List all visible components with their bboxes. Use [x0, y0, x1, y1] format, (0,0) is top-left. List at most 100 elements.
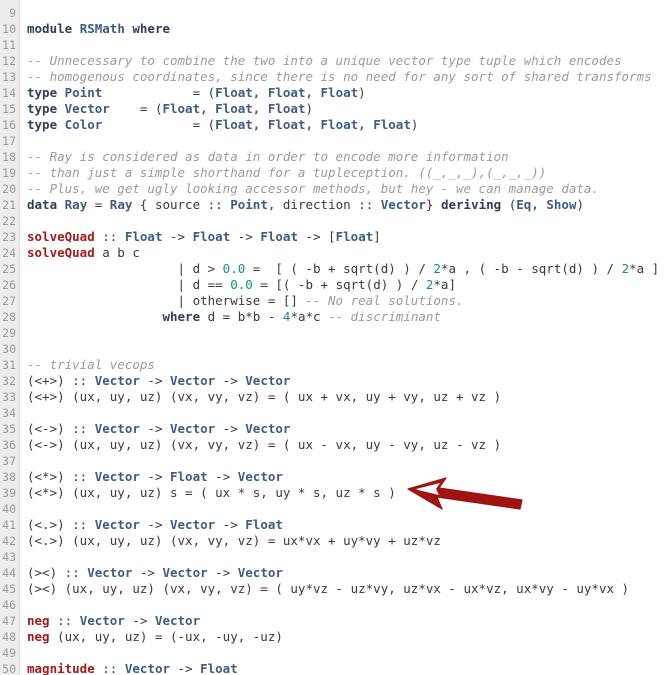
code-line[interactable]: (<.>) :: Vector -> Vector -> Float — [27, 517, 669, 533]
line-number: 19 — [2, 166, 16, 180]
code-token-plain: -> — [215, 517, 246, 532]
code-line[interactable]: data Ray = Ray { source :: Point, direct… — [27, 197, 669, 213]
code-line[interactable]: -- Plus, we get ugly looking accessor me… — [27, 181, 669, 197]
code-line[interactable] — [27, 325, 669, 341]
code-line[interactable]: -- homogenous coordinates, since there i… — [27, 69, 669, 85]
line-number: 25 — [2, 262, 16, 276]
line-number: 12 — [2, 54, 16, 68]
code-token-plain: ) — [358, 85, 366, 100]
code-line[interactable]: | d == 0.0 = [( -b + sqrt(d) ) / 2*a] — [27, 277, 669, 293]
code-token-kw: module — [27, 21, 80, 36]
code-token-plain: { source :: — [132, 197, 231, 212]
code-line[interactable]: where d = b*b - 4*a*c -- discriminant — [27, 309, 669, 325]
code-line[interactable]: (<->) :: Vector -> Vector -> Vector — [27, 421, 669, 437]
code-token-type: Vector — [170, 517, 216, 532]
code-line[interactable]: type Color = (Float, Float, Float, Float… — [27, 117, 669, 133]
code-token-comment: -- discriminant — [328, 309, 441, 324]
code-line[interactable]: (<*>) :: Vector -> Float -> Vector — [27, 469, 669, 485]
code-token-type: Vector — [154, 613, 201, 628]
code-token-type: Float, Float, Float, Float — [215, 117, 411, 132]
code-token-fn: neg — [27, 613, 50, 628]
code-line[interactable] — [27, 5, 669, 21]
code-token-comment: -- Unnecessary to combine the two into a… — [27, 53, 622, 68]
line-number: 49 — [2, 646, 16, 660]
code-line[interactable]: -- than just a simple shorthand for a tu… — [27, 165, 669, 181]
code-token-kw: where — [162, 309, 201, 324]
code-token-plain: -> — [170, 661, 201, 675]
code-token-type: Float, Float, Float — [215, 85, 359, 100]
code-token-type: Point — [230, 197, 268, 212]
code-line[interactable] — [27, 597, 669, 613]
code-line[interactable]: magnitude :: Vector -> Float — [27, 661, 669, 675]
code-token-type: Vector — [245, 373, 291, 388]
code-token-plain: (<*>) :: — [27, 469, 95, 484]
code-line[interactable]: -- trivial vecops — [27, 357, 669, 373]
line-number: 31 — [2, 358, 16, 372]
code-line[interactable] — [27, 549, 669, 565]
code-token-num: 2 — [621, 261, 630, 276]
code-line[interactable]: (><) :: Vector -> Vector -> Vector — [27, 565, 669, 581]
line-number: 47 — [2, 614, 16, 628]
code-line[interactable]: solveQuad :: Float -> Float -> Float -> … — [27, 229, 669, 245]
code-line[interactable]: (><) (ux, uy, uz) (vx, vy, vz) = ( uy*vz… — [27, 581, 669, 597]
code-token-num: 0.0 — [222, 261, 246, 276]
code-line[interactable]: module RSMath where — [27, 21, 669, 37]
code-token-plain: :: — [94, 229, 125, 244]
code-line[interactable]: | d > 0.0 = [ ( -b + sqrt(d) ) / 2*a , (… — [27, 261, 669, 277]
code-line[interactable]: neg :: Vector -> Vector — [27, 613, 669, 629]
code-token-plain: :: — [49, 613, 80, 628]
line-number: 29 — [2, 326, 16, 340]
code-token-type: Vector — [170, 373, 216, 388]
code-line[interactable]: (<.>) (ux, uy, uz) (vx, vy, vz) = ux*vx … — [27, 533, 669, 549]
code-token-type: Vector — [124, 661, 170, 675]
code-line[interactable]: solveQuad a b c — [27, 245, 669, 261]
code-token-plain: *a] — [433, 277, 456, 292]
code-line[interactable]: (<->) (ux, uy, uz) (vx, vy, vz) = ( ux -… — [27, 437, 669, 453]
code-line[interactable]: -- Ray is considered as data in order to… — [27, 149, 669, 165]
code-token-type: Vector — [245, 421, 291, 436]
code-token-plain: -> — [207, 565, 238, 580]
code-line[interactable] — [27, 213, 669, 229]
code-line[interactable] — [27, 645, 669, 661]
code-token-plain: *a , ( -b - sqrt(d) ) / — [440, 261, 622, 276]
code-line[interactable]: (<+>) :: Vector -> Vector -> Vector — [27, 373, 669, 389]
code-token-comment: -- Ray is considered as data in order to… — [27, 149, 509, 164]
code-token-fn: magnitude — [27, 661, 95, 675]
code-token-num: 0.0 — [230, 277, 253, 292]
code-token-plain: ) — [576, 197, 584, 212]
code-line[interactable]: -- Unnecessary to combine the two into a… — [27, 53, 669, 69]
code-line[interactable]: type Point = (Float, Float, Float) — [27, 85, 669, 101]
code-line[interactable] — [27, 453, 669, 469]
code-line[interactable]: | otherwise = [] -- No real solutions. — [27, 293, 669, 309]
code-token-plain: | otherwise = [] — [27, 293, 306, 308]
code-line[interactable] — [27, 133, 669, 149]
code-token-kw: type — [27, 85, 65, 100]
code-token-plain: = ( — [102, 85, 216, 100]
code-token-fn: solveQuad — [27, 229, 95, 244]
code-line[interactable] — [27, 405, 669, 421]
line-number: 46 — [2, 598, 16, 612]
code-token-type: Vector — [79, 613, 125, 628]
code-line[interactable]: type Vector = (Float, Float, Float) — [27, 101, 669, 117]
code-line[interactable]: (<+>) (ux, uy, uz) (vx, vy, vz) = ( ux +… — [27, 389, 669, 405]
code-line[interactable] — [27, 341, 669, 357]
code-token-type: Float — [245, 517, 283, 532]
code-line[interactable] — [27, 37, 669, 53]
code-line[interactable]: (<*>) (ux, uy, uz) s = ( ux * s, uy * s,… — [27, 485, 669, 501]
code-token-plain: *a ] — [629, 261, 660, 276]
code-token-type: Float — [335, 229, 374, 244]
code-line[interactable] — [27, 501, 669, 517]
code-token-type: Float — [124, 229, 163, 244]
code-token-plain: ] — [373, 229, 381, 244]
code-token-plain: ) — [410, 117, 419, 132]
line-number: 48 — [2, 630, 16, 644]
line-number: 27 — [2, 294, 16, 308]
code-content-area[interactable]: module RSMath where -- Unnecessary to com… — [20, 0, 669, 675]
line-number: 26 — [2, 278, 16, 292]
code-token-plain: -> — [139, 373, 170, 388]
line-number: 39 — [2, 486, 16, 500]
code-line[interactable]: neg (ux, uy, uz) = (-ux, -uy, -uz) — [27, 629, 669, 645]
code-token-kw: where — [132, 21, 171, 36]
code-token-plain: :: — [94, 661, 125, 675]
